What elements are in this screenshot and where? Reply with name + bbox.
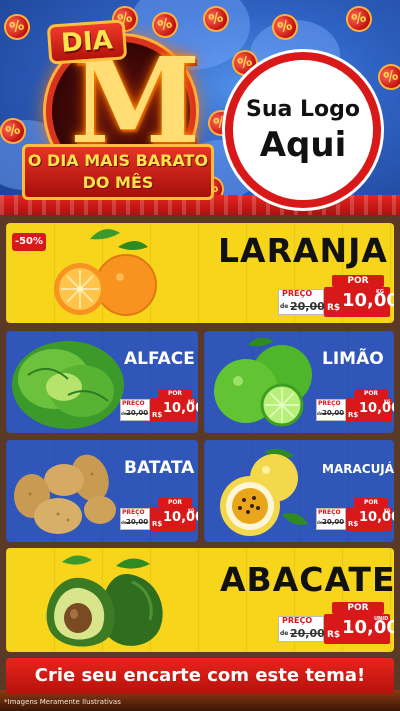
- product-name: LIMÃO: [322, 349, 384, 369]
- logo-line2: Aqui: [259, 125, 347, 165]
- product-name: ABACATE: [220, 560, 394, 599]
- price-tag: POR PREÇO de 20,00 R$ 10,00 KG: [314, 389, 394, 423]
- unit-label: KG: [188, 508, 195, 513]
- disclaimer-note: *Imagens Meramente Ilustrativas: [4, 698, 121, 706]
- product-card-laranja[interactable]: LARANJA POR PREÇO de 20,00 R$ 10,00 KG: [6, 223, 394, 323]
- avocado-icon: [46, 555, 163, 647]
- product-card-maracuja[interactable]: MARACUJÁ POR PREÇO de 20,00 R$ 10,00 KG: [204, 440, 394, 542]
- por-label: POR: [332, 275, 384, 287]
- preco-label: PREÇO: [282, 289, 313, 298]
- cta-banner[interactable]: Crie seu encarte com este tema!: [6, 658, 394, 694]
- price-tag: POR PREÇO de 20,00 R$ 10,00 KG: [276, 273, 394, 319]
- product-name: MARACUJÁ: [322, 462, 394, 476]
- price-tag: POR PREÇO de 20,00 R$ 10,00 UNID: [276, 600, 394, 646]
- badge-ribbon-line1: O DIA MAIS BARATO: [27, 151, 209, 170]
- product-card-limao[interactable]: LIMÃO POR PREÇO de 20,00 R$ 10,00 KG: [204, 331, 394, 433]
- por-label: POR: [158, 498, 192, 507]
- old-price: 20,00: [290, 627, 325, 640]
- logo-line1: Sua Logo: [245, 97, 360, 122]
- de-label: de: [280, 303, 289, 310]
- por-label: POR: [158, 389, 192, 398]
- dia-m-badge: M DIA O DIA MAIS BARATO DO MÊS: [22, 14, 216, 204]
- price-tag: POR PREÇO de 20,00 R$ 10,00 KG: [118, 389, 198, 423]
- preco-label: PREÇO: [122, 400, 145, 407]
- old-price: 20,00: [322, 409, 345, 417]
- percent-coin-icon: %: [342, 2, 376, 36]
- unit-label: KG: [384, 508, 391, 513]
- orange-icon: [54, 229, 157, 316]
- potato-icon: [14, 454, 116, 534]
- por-label: POR: [354, 498, 388, 507]
- product-card-alface[interactable]: ALFACE POR PREÇO de 20,00 R$ 10,00 KG: [6, 331, 198, 433]
- currency-label: R$: [152, 520, 163, 528]
- price-tag: POR PREÇO de 20,00 R$ 10,00 KG: [314, 498, 394, 532]
- price-tag: POR PREÇO de 20,00 R$ 10,00 KG: [118, 498, 198, 532]
- badge-ribbon: O DIA MAIS BARATO DO MÊS: [22, 144, 214, 200]
- por-label: POR: [332, 602, 384, 614]
- discount-badge: -50%: [12, 233, 46, 251]
- currency-label: R$: [348, 411, 359, 419]
- passion-fruit-icon: [220, 448, 308, 536]
- preco-label: PREÇO: [318, 509, 341, 516]
- old-price: 20,00: [126, 409, 149, 417]
- badge-dia-label: DIA: [46, 19, 128, 65]
- percent-coin-icon: %: [374, 60, 400, 94]
- preco-label: PREÇO: [122, 509, 145, 516]
- unit-label: KG: [384, 399, 391, 404]
- lettuce-icon: [12, 341, 124, 429]
- product-name: ALFACE: [124, 349, 195, 369]
- product-card-batata[interactable]: BATATA POR PREÇO de 20,00 R$ 10,00 KG: [6, 440, 198, 542]
- unit-label: UNID: [374, 616, 389, 622]
- por-label: POR: [354, 389, 388, 398]
- currency-label: R$: [327, 303, 341, 313]
- badge-ribbon-line2: DO MÊS: [82, 173, 154, 192]
- product-name: LARANJA: [218, 231, 388, 270]
- currency-label: R$: [348, 520, 359, 528]
- header-banner: % % % % % % % % % % % M DIA O DIA MAIS B…: [0, 0, 400, 215]
- product-card-abacate[interactable]: ABACATE POR PREÇO de 20,00 R$ 10,00 UNID: [6, 548, 394, 652]
- de-label: de: [280, 630, 289, 637]
- current-price: 10,00: [342, 290, 394, 311]
- old-price: 20,00: [322, 518, 345, 526]
- product-name: BATATA: [124, 458, 195, 478]
- logo-placeholder[interactable]: Sua Logo Aqui: [225, 52, 381, 208]
- preco-label: PREÇO: [318, 400, 341, 407]
- old-price: 20,00: [126, 518, 149, 526]
- old-price: 20,00: [290, 300, 325, 313]
- preco-label: PREÇO: [282, 616, 313, 625]
- currency-label: R$: [327, 630, 341, 640]
- lime-icon: [214, 337, 312, 427]
- currency-label: R$: [152, 411, 163, 419]
- unit-label: KG: [188, 399, 195, 404]
- unit-label: KG: [376, 289, 384, 295]
